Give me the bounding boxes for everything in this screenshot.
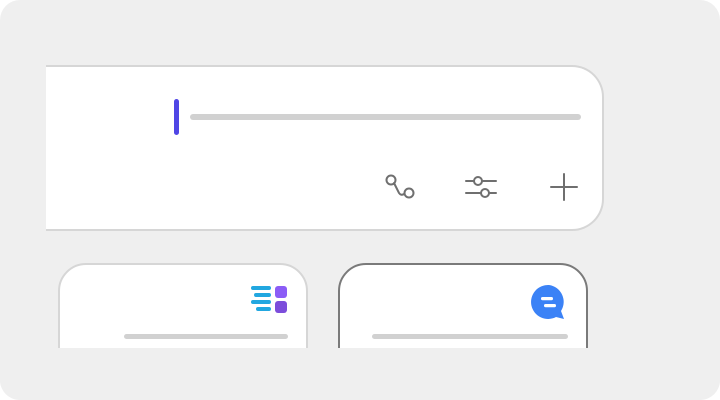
card-text-line: [124, 334, 288, 339]
card-text-line: [372, 334, 568, 339]
add-button[interactable]: [544, 167, 584, 207]
chat-bubble-icon: [530, 284, 568, 325]
text-cursor: [174, 99, 179, 135]
app-canvas: [0, 0, 720, 400]
route-button[interactable]: [380, 167, 420, 207]
plus-icon: [548, 171, 580, 203]
bottom-mask: [0, 348, 720, 400]
filters-button[interactable]: [461, 167, 501, 207]
route-icon: [383, 171, 417, 203]
list-grid-icon: [250, 284, 290, 321]
composer-input[interactable]: [190, 107, 581, 127]
message-composer[interactable]: [46, 65, 604, 231]
sliders-icon: [464, 172, 498, 202]
